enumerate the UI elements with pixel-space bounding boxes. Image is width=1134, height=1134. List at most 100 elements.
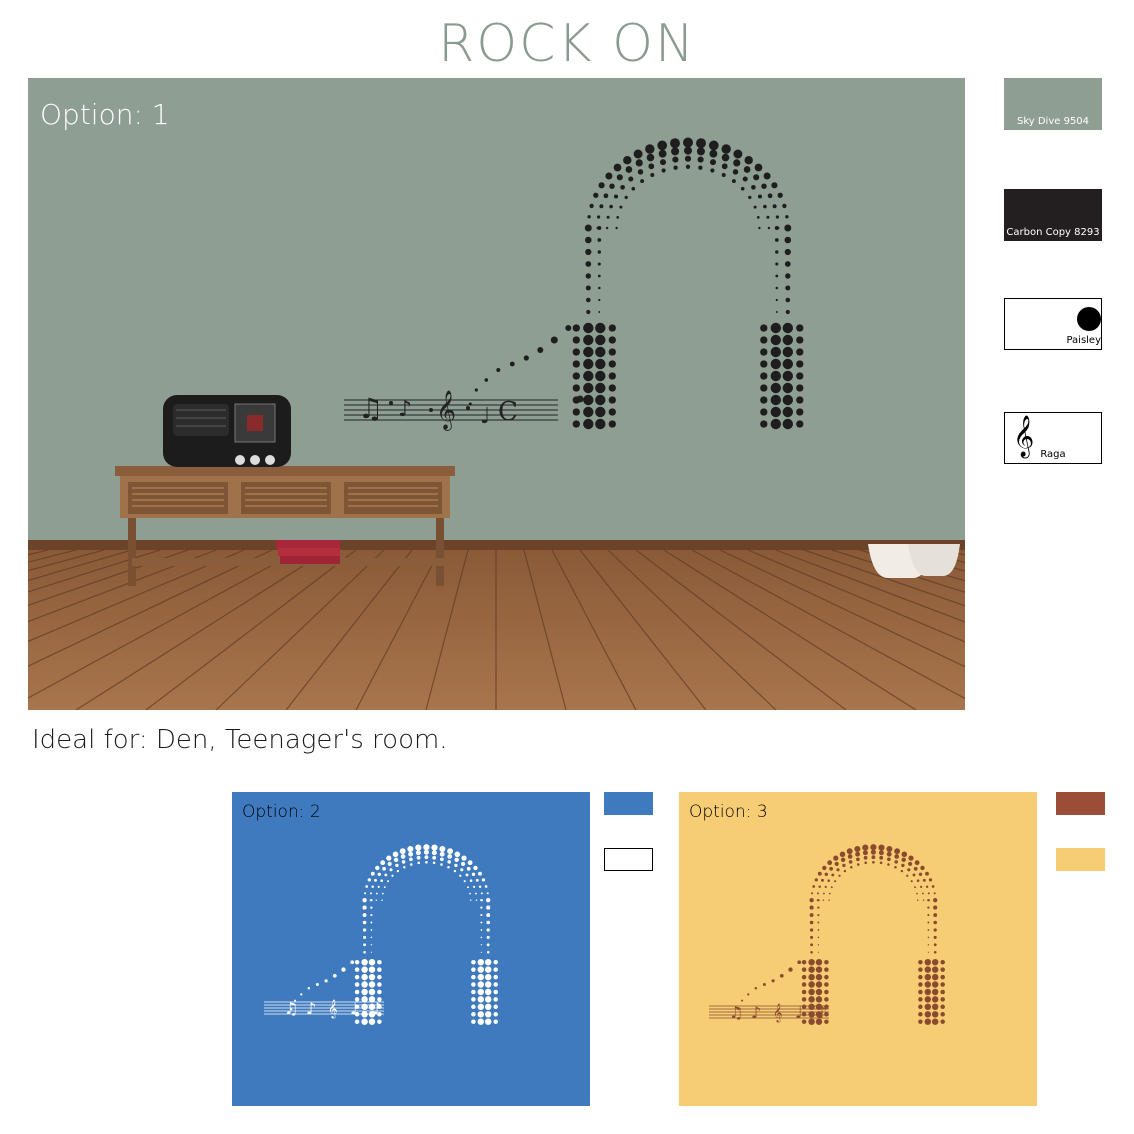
halftone-dot bbox=[931, 981, 939, 988]
halftone-dot bbox=[933, 951, 937, 954]
halftone-dot bbox=[595, 406, 606, 418]
halftone-dot bbox=[753, 205, 757, 209]
halftone-dot bbox=[586, 309, 591, 315]
halftone-dot bbox=[742, 176, 748, 182]
halftone-dot bbox=[377, 872, 381, 876]
halftone-dot bbox=[785, 285, 791, 291]
halftone-dot bbox=[396, 869, 400, 873]
halftone-dot bbox=[900, 869, 904, 873]
halftone-dot bbox=[760, 360, 768, 368]
halftone-dot bbox=[484, 973, 492, 981]
halftone-dot bbox=[381, 899, 383, 901]
halftone-dot bbox=[918, 974, 923, 980]
halftone-dot bbox=[808, 966, 815, 973]
halftone-dot bbox=[811, 892, 814, 895]
halftone-dot bbox=[368, 958, 376, 966]
halftone-dot bbox=[846, 848, 853, 855]
halftone-dot bbox=[731, 179, 736, 184]
halftone-dot bbox=[608, 348, 616, 356]
halftone-dot bbox=[918, 967, 923, 972]
halftone-dot bbox=[872, 860, 875, 864]
halftone-dot bbox=[931, 973, 939, 981]
halftone-dot bbox=[493, 982, 498, 987]
halftone-dot bbox=[933, 892, 936, 895]
halftone-dot bbox=[817, 898, 820, 902]
halftone-dot bbox=[782, 346, 793, 358]
halftone-dot bbox=[762, 983, 766, 986]
halftone-dot bbox=[361, 958, 368, 966]
halftone-dot bbox=[910, 880, 913, 883]
halftone-dot bbox=[389, 868, 393, 872]
halftone-dot bbox=[856, 857, 860, 862]
halftone-dot bbox=[760, 372, 768, 380]
halftone-dot bbox=[931, 988, 939, 996]
halftone-dot bbox=[475, 899, 478, 901]
halftone-dot bbox=[672, 156, 679, 163]
option-2-label: Option: 2 bbox=[242, 802, 321, 822]
option-3-label: Option: 3 bbox=[689, 802, 768, 822]
halftone-dot bbox=[472, 885, 476, 889]
halftone-dot bbox=[933, 913, 938, 918]
halftone-dot bbox=[598, 311, 601, 313]
halftone-dot bbox=[367, 878, 371, 882]
halftone-dot bbox=[709, 159, 717, 166]
halftone-dot bbox=[796, 408, 804, 416]
halftone-dot bbox=[931, 1011, 939, 1018]
halftone-dot bbox=[827, 860, 833, 866]
halftone-dot bbox=[407, 845, 414, 853]
halftone-dot bbox=[377, 1019, 382, 1024]
halftone-dot bbox=[767, 193, 773, 199]
halftone-dot bbox=[901, 863, 905, 868]
halftone-dot bbox=[658, 149, 667, 158]
halftone-dot bbox=[478, 885, 482, 888]
halftone-dot bbox=[375, 865, 380, 871]
halftone-dot bbox=[801, 959, 807, 965]
halftone-dot bbox=[771, 182, 778, 189]
halftone-dot bbox=[870, 849, 876, 855]
halftone-dot bbox=[684, 155, 692, 162]
halftone-dot bbox=[363, 935, 367, 939]
halftone-dot bbox=[583, 334, 594, 346]
halftone-dot bbox=[454, 863, 458, 868]
halftone-dot bbox=[927, 929, 930, 931]
halftone-dot bbox=[673, 165, 678, 170]
halftone-dot bbox=[597, 250, 601, 254]
halftone-dot bbox=[480, 898, 483, 902]
halftone-dot bbox=[595, 418, 606, 430]
halftone-dot bbox=[796, 396, 804, 404]
halftone-dot bbox=[609, 204, 613, 209]
halftone-dot bbox=[370, 906, 373, 909]
halftone-dot bbox=[300, 993, 303, 996]
halftone-dot bbox=[928, 878, 933, 882]
halftone-dot bbox=[838, 874, 841, 877]
halftone-dot bbox=[810, 935, 814, 939]
halftone-dot bbox=[362, 928, 367, 932]
halftone-dot bbox=[454, 851, 461, 858]
halftone-dot bbox=[477, 1003, 485, 1011]
halftone-dot bbox=[828, 899, 830, 901]
svg-text:♪: ♪ bbox=[751, 1003, 761, 1022]
halftone-dot bbox=[927, 921, 930, 924]
halftone-dot bbox=[584, 224, 592, 232]
halftone-dot bbox=[924, 981, 932, 988]
swatch-sky-dive: Sky Dive 9504 bbox=[1004, 78, 1102, 130]
halftone-dot bbox=[940, 967, 945, 972]
halftone-dot bbox=[572, 384, 580, 392]
halftone-dot bbox=[395, 863, 399, 868]
halftone-dot bbox=[744, 155, 753, 165]
halftone-dot bbox=[469, 899, 472, 901]
halftone-dot bbox=[918, 1012, 923, 1017]
halftone-dot bbox=[417, 861, 421, 865]
halftone-dot bbox=[933, 935, 937, 939]
halftone-dot bbox=[439, 845, 446, 853]
halftone-dot bbox=[377, 885, 380, 889]
baseboard bbox=[28, 540, 965, 550]
halftone-dot bbox=[471, 974, 476, 980]
halftone-dot bbox=[509, 361, 515, 367]
halftone-dot bbox=[608, 396, 616, 404]
halftone-dot bbox=[685, 164, 691, 169]
halftone-dot bbox=[423, 844, 430, 851]
halftone-dot bbox=[608, 360, 616, 368]
halftone-dot bbox=[616, 216, 620, 219]
halftone-dot bbox=[608, 384, 616, 392]
